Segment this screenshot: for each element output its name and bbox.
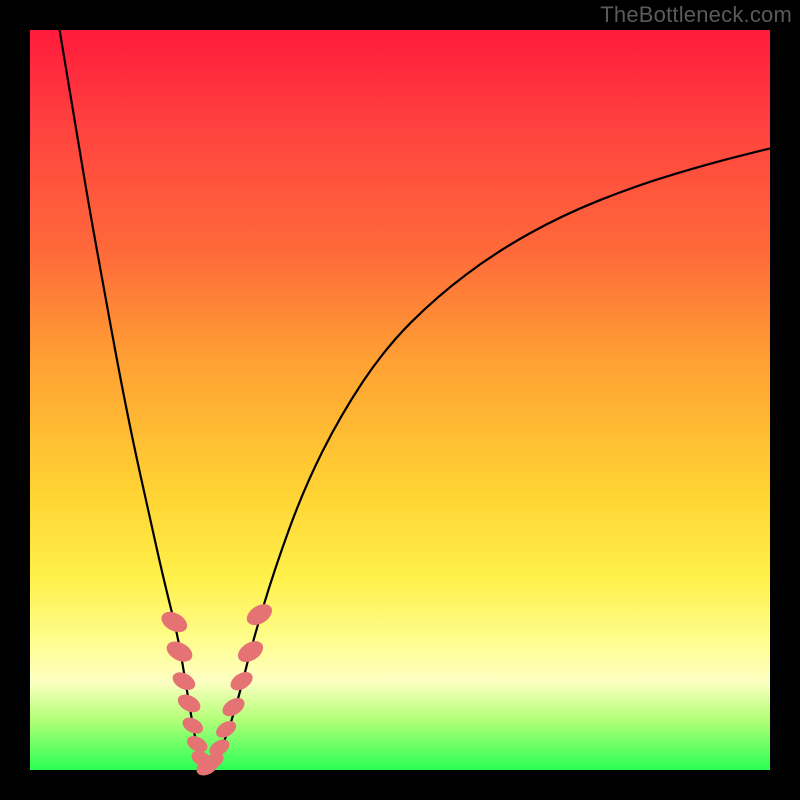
curve-svg [30,30,770,770]
watermark-text: TheBottleneck.com [600,2,792,28]
marker-point [234,637,267,667]
marker-point [227,668,256,694]
marker-point [175,691,204,716]
marker-point [158,608,191,636]
plot-area [30,30,770,770]
marker-point [243,600,276,630]
chart-frame: TheBottleneck.com [0,0,800,800]
marker-point [180,714,206,737]
bottleneck-curve [60,30,770,767]
